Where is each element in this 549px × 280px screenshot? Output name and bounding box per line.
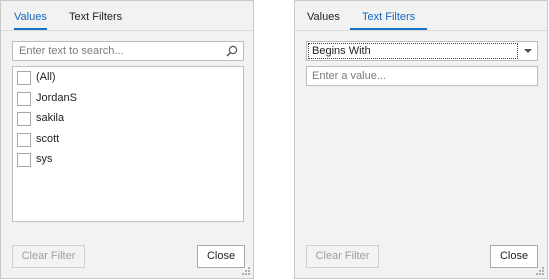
checkbox[interactable]	[17, 112, 31, 126]
resize-grip-icon[interactable]	[241, 266, 250, 275]
list-item-label: scott	[36, 133, 60, 145]
operator-selected-value: Begins With	[308, 43, 518, 59]
operator-dropdown[interactable]: Begins With	[306, 41, 538, 61]
list-item[interactable]: sys	[17, 152, 237, 170]
checkbox[interactable]	[17, 153, 31, 167]
checkbox[interactable]	[17, 92, 31, 106]
list-item-label: JordanS	[36, 92, 77, 104]
search-input[interactable]: Enter text to search...	[12, 41, 244, 61]
close-button[interactable]: Close	[197, 245, 245, 268]
clear-filter-button[interactable]: Clear Filter	[12, 245, 85, 268]
list-item-label: sys	[36, 153, 53, 165]
chevron-down-icon[interactable]	[524, 49, 532, 53]
values-list[interactable]: (All) JordanS sakila scott sys	[12, 66, 244, 222]
tab-values[interactable]: Values	[307, 1, 340, 29]
value-placeholder: Enter a value...	[312, 70, 386, 82]
tab-text-filters[interactable]: Text Filters	[69, 1, 122, 29]
tab-values[interactable]: Values	[14, 1, 47, 30]
filter-value-input[interactable]: Enter a value...	[306, 66, 538, 86]
filter-tabs: Values Text Filters	[1, 1, 253, 31]
clear-filter-button[interactable]: Clear Filter	[306, 245, 379, 268]
list-item[interactable]: JordanS	[17, 91, 237, 109]
values-filter-panel: Values Text Filters Enter text to search…	[0, 0, 254, 279]
filter-tabs: Values Text Filters	[295, 1, 547, 31]
search-placeholder: Enter text to search...	[19, 45, 124, 57]
list-item[interactable]: sakila	[17, 111, 237, 129]
list-item-all[interactable]: (All)	[17, 70, 237, 88]
text-filters-panel: Values Text Filters Begins With Enter a …	[294, 0, 548, 279]
list-item-label: (All)	[36, 71, 56, 83]
resize-grip-icon[interactable]	[535, 266, 544, 275]
close-button[interactable]: Close	[490, 245, 538, 268]
checkbox[interactable]	[17, 71, 31, 85]
list-item-label: sakila	[36, 112, 65, 124]
checkbox[interactable]	[17, 133, 31, 147]
tab-text-filters[interactable]: Text Filters	[350, 1, 428, 30]
list-item[interactable]: scott	[17, 132, 237, 150]
search-icon	[225, 44, 239, 58]
